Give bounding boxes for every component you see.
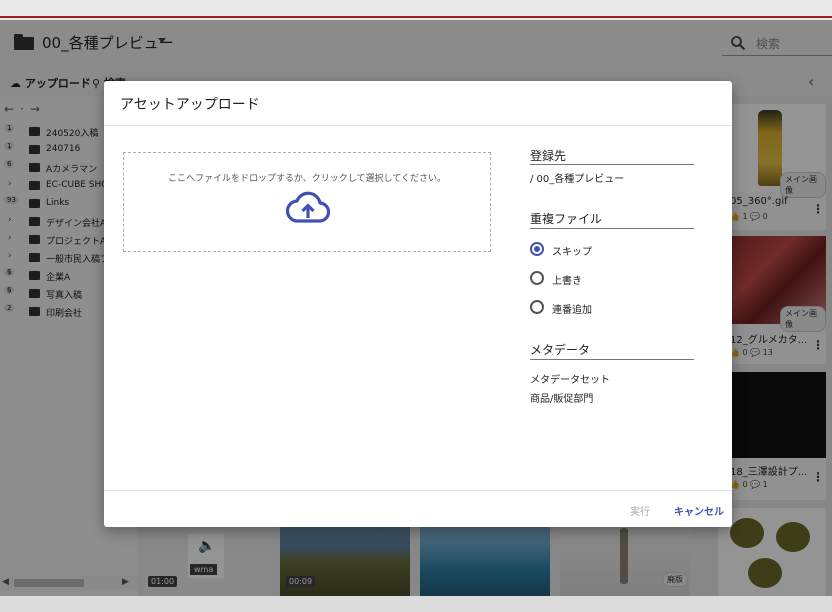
divider <box>530 359 694 360</box>
file-dropzone[interactable]: ここへファイルをドロップするか、クリックして選択してください。 <box>123 152 491 252</box>
radio-label: スキップ <box>552 247 592 258</box>
radio-icon <box>530 242 544 256</box>
run-button[interactable]: 実行 <box>630 503 650 518</box>
metadata-title: メタデータ <box>530 343 591 357</box>
cancel-button[interactable]: キャンセル <box>674 503 724 518</box>
radio-label: 上書き <box>552 276 582 287</box>
status-bar <box>0 596 832 612</box>
duplicate-title: 重複ファイル <box>530 212 603 226</box>
divider <box>104 490 732 491</box>
radio-skip[interactable]: スキップ <box>530 242 670 258</box>
radio-overwrite[interactable]: 上書き <box>530 271 670 287</box>
upload-dialog: アセットアップロード ここへファイルをドロップするか、クリックして選択してくださ… <box>104 81 732 527</box>
radio-label: 連番追加 <box>552 305 592 316</box>
window-top-strip <box>0 0 832 18</box>
destination-path: / 00_各種プレビュー <box>530 174 625 185</box>
radio-sequential[interactable]: 連番追加 <box>530 300 670 316</box>
divider <box>530 228 694 229</box>
dialog-title: アセットアップロード <box>120 97 260 113</box>
dropzone-text: ここへファイルをドロップするか、クリックして選択してください。 <box>167 174 446 184</box>
radio-icon <box>530 271 544 285</box>
metadata-set-value[interactable]: 商品/販促部門 <box>530 390 593 405</box>
destination-title: 登録先 <box>530 149 567 163</box>
metadata-set-label: メタデータセット <box>530 375 610 386</box>
divider <box>530 164 694 165</box>
cloud-upload-icon <box>286 191 330 223</box>
radio-icon <box>530 300 544 314</box>
divider <box>104 125 732 126</box>
